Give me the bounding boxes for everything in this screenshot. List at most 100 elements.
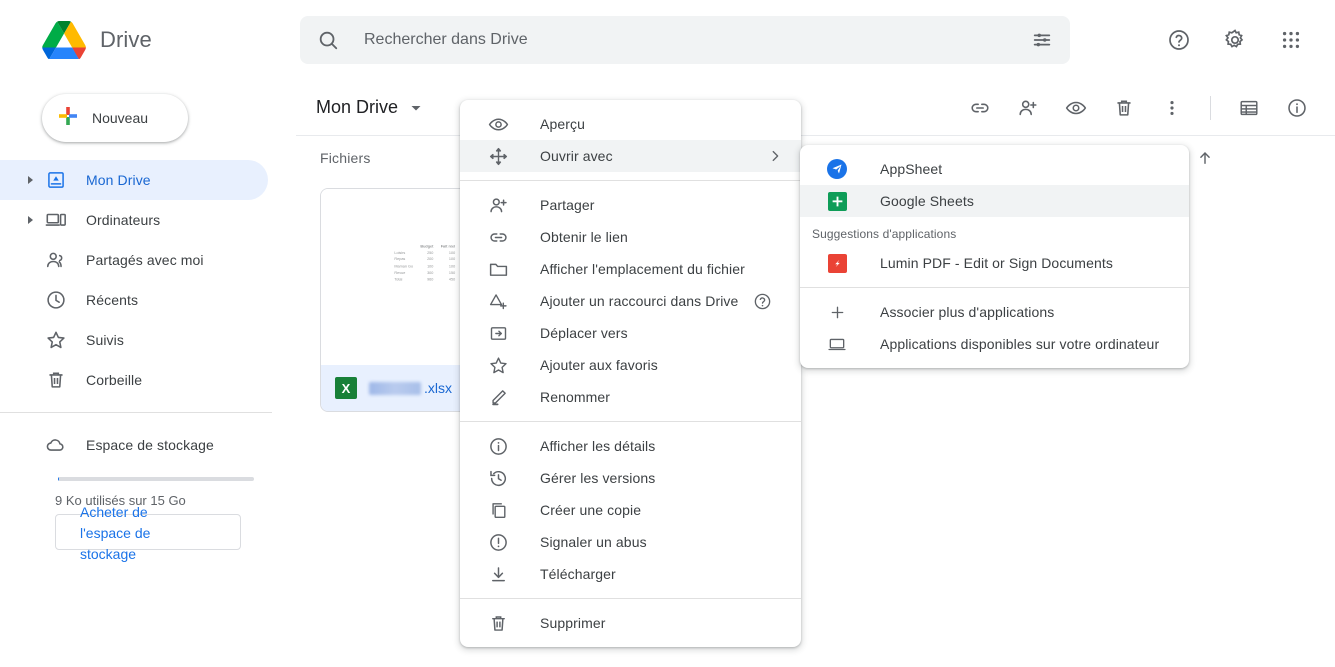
- move-to-folder-icon: [486, 321, 510, 345]
- lumin-pdf-icon: [826, 252, 848, 274]
- sidebar-item-partages-avec-moi[interactable]: Partagés avec moi: [0, 240, 268, 280]
- people-icon: [44, 248, 68, 272]
- context-item-ajouter-raccourci[interactable]: Ajouter un raccourci dans Drive: [460, 285, 801, 317]
- buy-storage-button[interactable]: Acheter de l'espace de stockage: [55, 504, 241, 562]
- context-item-label: Créer une copie: [540, 502, 642, 518]
- submenu-suggestions-caption: Suggestions d'applications: [812, 227, 957, 241]
- context-item-obtenir-le-lien[interactable]: Obtenir le lien: [460, 221, 801, 253]
- submenu-item-label: Applications disponibles sur votre ordin…: [880, 336, 1160, 352]
- submenu-item-label: Google Sheets: [880, 193, 974, 209]
- section-title: Fichiers: [320, 150, 371, 166]
- settings-gear-icon[interactable]: [1211, 16, 1259, 64]
- sidebar-item-suivis[interactable]: Suivis: [0, 320, 268, 360]
- search-icon: [316, 28, 340, 52]
- more-vert-icon[interactable]: [1152, 88, 1192, 128]
- breadcrumb[interactable]: Mon Drive: [308, 91, 434, 124]
- new-button-label: Nouveau: [92, 110, 149, 126]
- context-item-apercu[interactable]: Aperçu: [460, 108, 801, 140]
- sidebar-divider: [0, 412, 272, 413]
- excel-file-icon: X: [335, 377, 357, 399]
- caret-placeholder: [22, 371, 40, 389]
- sidebar-item-corbeille[interactable]: Corbeille: [0, 360, 268, 400]
- context-item-label: Télécharger: [540, 566, 616, 582]
- context-item-telecharger[interactable]: Télécharger: [460, 558, 801, 590]
- star-icon: [486, 353, 510, 377]
- context-item-label: Signaler un abus: [540, 534, 647, 550]
- sidebar-item-mon-drive[interactable]: Mon Drive: [0, 160, 268, 200]
- google-apps-grid-icon[interactable]: [1267, 16, 1315, 64]
- submenu-separator: [800, 287, 1189, 288]
- chevron-down-icon[interactable]: [406, 98, 426, 118]
- context-item-ajouter-aux-favoris[interactable]: Ajouter aux favoris: [460, 349, 801, 381]
- copy-icon: [486, 498, 510, 522]
- file-name-suffix: .xlsx: [424, 380, 452, 396]
- context-menu-separator: [460, 180, 801, 181]
- context-item-afficher-les-details[interactable]: Afficher les détails: [460, 430, 801, 462]
- expand-caret-icon[interactable]: [22, 171, 40, 189]
- tune-filter-icon[interactable]: [1030, 28, 1054, 52]
- context-item-ouvrir-avec[interactable]: Ouvrir avec: [460, 140, 801, 172]
- sidebar-item-recents[interactable]: Récents: [0, 280, 268, 320]
- context-item-deplacer-vers[interactable]: Déplacer vers: [460, 317, 801, 349]
- toolbar-actions: [952, 88, 1335, 128]
- clock-icon: [44, 288, 68, 312]
- context-item-label: Supprimer: [540, 615, 606, 631]
- app-header: Drive: [0, 0, 1335, 80]
- context-item-signaler-un-abus[interactable]: Signaler un abus: [460, 526, 801, 558]
- trash-icon: [44, 368, 68, 392]
- brand-area[interactable]: Drive: [0, 21, 296, 59]
- caret-placeholder: [22, 251, 40, 269]
- context-item-creer-une-copie[interactable]: Créer une copie: [460, 494, 801, 526]
- cloud-icon: [44, 433, 68, 457]
- plus-icon: [826, 301, 848, 323]
- arrow-up-icon[interactable]: [1195, 148, 1215, 168]
- context-item-label: Afficher les détails: [540, 438, 656, 454]
- submenu-item-google-sheets[interactable]: Google Sheets: [800, 185, 1189, 217]
- context-item-partager[interactable]: Partager: [460, 189, 801, 221]
- link-icon[interactable]: [960, 88, 1000, 128]
- help-icon[interactable]: [1155, 16, 1203, 64]
- submenu-item-label: Associer plus d'applications: [880, 304, 1055, 320]
- info-icon[interactable]: [1277, 88, 1317, 128]
- sidebar-item-label: Récents: [86, 292, 139, 308]
- buy-storage-label: Acheter de l'espace de stockage: [80, 504, 151, 562]
- storage-progress-bar: [58, 477, 254, 481]
- storage-progress-fill: [58, 477, 59, 481]
- open-with-icon: [486, 144, 510, 168]
- add-shortcut-icon: [486, 289, 510, 313]
- person-add-icon[interactable]: [1008, 88, 1048, 128]
- sidebar-item-label: Espace de stockage: [86, 437, 214, 453]
- main-toolbar: Mon Drive: [296, 80, 1335, 136]
- eye-preview-icon[interactable]: [1056, 88, 1096, 128]
- sidebar-item-ordinateurs[interactable]: Ordinateurs: [0, 200, 268, 240]
- sidebar-nav: Mon Drive Ordinateurs Partagés avec moi …: [0, 160, 296, 562]
- sidebar-item-label: Suivis: [86, 332, 124, 348]
- new-button[interactable]: Nouveau: [42, 94, 188, 142]
- computer-icon: [44, 208, 68, 232]
- folder-icon: [486, 257, 510, 281]
- context-item-label: Déplacer vers: [540, 325, 628, 341]
- context-item-label: Ajouter aux favoris: [540, 357, 658, 373]
- appsheet-icon: [826, 158, 848, 180]
- person-add-icon: [486, 193, 510, 217]
- search-bar[interactable]: [300, 16, 1070, 64]
- context-item-afficher-emplacement[interactable]: Afficher l'emplacement du fichier: [460, 253, 801, 285]
- caret-placeholder: [22, 331, 40, 349]
- my-drive-icon: [44, 168, 68, 192]
- context-item-supprimer[interactable]: Supprimer: [460, 607, 801, 639]
- search-input[interactable]: [362, 30, 1030, 50]
- help-icon[interactable]: [752, 291, 772, 311]
- submenu-item-applications-ordinateur[interactable]: Applications disponibles sur votre ordin…: [800, 328, 1189, 360]
- google-drive-app: Drive Rechercher dans Drive Nouveau Mon …: [0, 0, 1335, 667]
- submenu-item-associer-plus-applications[interactable]: Associer plus d'applications: [800, 296, 1189, 328]
- context-item-label: Partager: [540, 197, 595, 213]
- star-icon: [44, 328, 68, 352]
- submenu-item-lumin-pdf[interactable]: Lumin PDF - Edit or Sign Documents: [800, 247, 1189, 279]
- submenu-item-appsheet[interactable]: AppSheet: [800, 153, 1189, 185]
- context-item-renommer[interactable]: Renommer: [460, 381, 801, 413]
- list-view-icon[interactable]: [1229, 88, 1269, 128]
- sidebar-item-espace-de-stockage[interactable]: Espace de stockage: [0, 425, 268, 465]
- context-item-gerer-les-versions[interactable]: Gérer les versions: [460, 462, 801, 494]
- trash-icon[interactable]: [1104, 88, 1144, 128]
- expand-caret-icon[interactable]: [22, 211, 40, 229]
